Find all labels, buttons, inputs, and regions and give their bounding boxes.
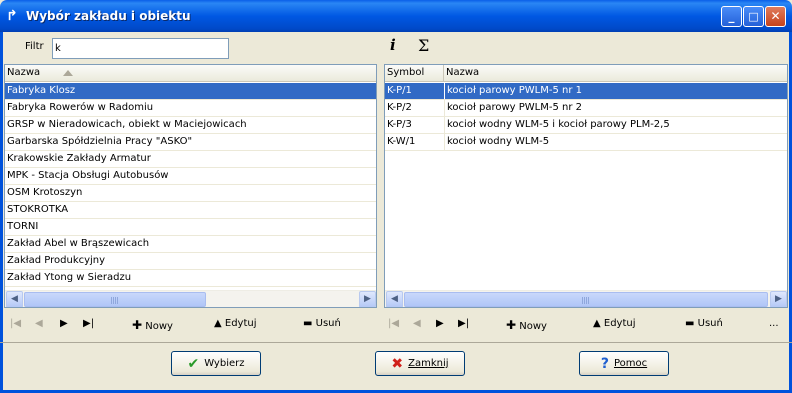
window-title: Wybór zakładu i obiektu xyxy=(26,9,191,23)
plant-name-cell: GRSP w Nieradowicach, obiekt w Maciejowi… xyxy=(7,119,247,130)
next-record-icon[interactable]: ▶ xyxy=(60,318,68,329)
column-header-symbol[interactable]: Symbol xyxy=(385,65,444,82)
plant-name-cell: Krakowskie Zakłady Armatur xyxy=(7,153,151,164)
plant-name-cell: MPK - Stacja Obsługi Autobusów xyxy=(7,170,169,181)
plus-icon: ✚ xyxy=(132,318,143,332)
column-header-nazwa[interactable]: Nazwa xyxy=(5,65,376,82)
plant-name-cell: Zakład Produkcyjny xyxy=(7,255,106,266)
table-row[interactable]: STOKROTKA xyxy=(5,202,376,219)
table-row[interactable]: TORNI xyxy=(5,219,376,236)
objects-grid-header: Symbol Nazwa xyxy=(385,65,787,82)
help-icon: ? xyxy=(600,356,609,372)
objects-navigator: |◀ ◀ ▶ ▶| ✚ Nowy ▲ Edytuj ▬ Usuń ... xyxy=(388,318,788,334)
table-row[interactable]: Zakład Abel w Brąszewicach xyxy=(5,236,376,253)
first-record-icon[interactable]: |◀ xyxy=(388,318,399,329)
table-row[interactable]: MPK - Stacja Obsługi Autobusów xyxy=(5,168,376,185)
plant-name-cell: STOKROTKA xyxy=(7,204,69,215)
plant-name-cell: Zakład Abel w Brąszewicach xyxy=(7,238,150,249)
plus-icon: ✚ xyxy=(506,318,517,332)
new-button[interactable]: ✚ Nowy xyxy=(132,318,173,332)
scroll-left-icon[interactable]: ◀ xyxy=(386,291,403,307)
table-row[interactable]: K-W/1 kocioł wodny WLM-5 xyxy=(385,134,787,151)
prev-record-icon[interactable]: ◀ xyxy=(35,318,43,329)
plant-name-cell: Garbarska Spółdzielnia Pracy "ASKO" xyxy=(7,136,193,147)
app-icon: ↱ xyxy=(6,8,18,24)
scroll-right-icon[interactable]: ▶ xyxy=(359,291,376,307)
object-name-cell: kocioł wodny WLM-5 i kocioł parowy PLM-2… xyxy=(444,117,787,133)
column-header-nazwa[interactable]: Nazwa xyxy=(444,65,787,82)
maximize-button[interactable]: □ xyxy=(743,6,764,27)
plant-name-cell: Zakład Ytong w Sieradzu xyxy=(7,272,132,283)
checkmark-icon: ✔ xyxy=(187,356,200,372)
triangle-up-icon: ▲ xyxy=(214,318,222,329)
sum-icon[interactable]: Σ xyxy=(418,36,429,55)
last-record-icon[interactable]: ▶| xyxy=(83,318,94,329)
select-button[interactable]: ✔ Wybierz xyxy=(171,351,261,376)
more-button[interactable]: ... xyxy=(769,318,779,329)
close-window-button[interactable]: ✕ xyxy=(765,6,786,27)
minus-icon: ▬ xyxy=(303,318,313,329)
table-row[interactable]: Krakowskie Zakłady Armatur xyxy=(5,151,376,168)
table-row[interactable]: Garbarska Spółdzielnia Pracy "ASKO" xyxy=(5,134,376,151)
new-button[interactable]: ✚ Nowy xyxy=(506,318,547,332)
close-icon: ✖ xyxy=(391,356,404,372)
close-button[interactable]: ✖ Zamknij xyxy=(375,351,465,376)
plant-name-cell: Fabryka Klosz xyxy=(7,85,76,96)
table-row[interactable]: Fabryka Rowerów w Radomiu xyxy=(5,100,376,117)
symbol-cell: K-P/3 xyxy=(387,119,412,130)
triangle-up-icon: ▲ xyxy=(593,318,601,329)
plants-navigator: |◀ ◀ ▶ ▶| ✚ Nowy ▲ Edytuj ▬ Usuń xyxy=(10,318,380,334)
delete-button[interactable]: ▬ Usuń xyxy=(685,318,723,329)
info-icon[interactable]: i xyxy=(390,36,396,54)
table-row[interactable]: Zakład Ytong w Sieradzu xyxy=(5,270,376,287)
table-row[interactable]: K-P/2 kocioł parowy PWLM-5 nr 2 xyxy=(385,100,787,117)
scroll-thumb[interactable] xyxy=(404,292,768,307)
table-row[interactable]: Fabryka Klosz xyxy=(5,83,376,100)
object-name-cell: kocioł parowy PWLM-5 nr 2 xyxy=(444,100,787,116)
minimize-button[interactable]: _ xyxy=(721,6,742,27)
table-row[interactable]: K-P/3 kocioł wodny WLM-5 i kocioł parowy … xyxy=(385,117,787,134)
minus-icon: ▬ xyxy=(685,318,695,329)
scroll-right-icon[interactable]: ▶ xyxy=(770,291,787,307)
table-row[interactable]: K-P/1 kocioł parowy PWLM-5 nr 1 xyxy=(385,83,787,100)
plant-name-cell: Fabryka Rowerów w Radomiu xyxy=(7,102,154,113)
plant-name-cell: TORNI xyxy=(7,221,39,232)
scroll-thumb[interactable] xyxy=(24,292,206,307)
next-record-icon[interactable]: ▶ xyxy=(436,318,444,329)
objects-hscrollbar[interactable]: ◀ ▶ xyxy=(385,290,787,307)
plant-name-cell: OSM Krotoszyn xyxy=(7,187,83,198)
symbol-cell: K-P/2 xyxy=(387,102,412,113)
edit-button[interactable]: ▲ Edytuj xyxy=(214,318,257,329)
object-name-cell: kocioł wodny WLM-5 xyxy=(444,134,787,150)
table-row[interactable]: Zakład Produkcyjny xyxy=(5,253,376,270)
filter-label: Filtr xyxy=(25,41,44,52)
objects-grid[interactable]: Symbol Nazwa K-P/1 kocioł parowy PWLM-5 n… xyxy=(384,64,788,308)
filter-input[interactable] xyxy=(52,38,229,59)
symbol-cell: K-W/1 xyxy=(387,136,416,147)
prev-record-icon[interactable]: ◀ xyxy=(413,318,421,329)
edit-button[interactable]: ▲ Edytuj xyxy=(593,318,636,329)
table-row[interactable]: OSM Krotoszyn xyxy=(5,185,376,202)
sort-ascending-icon xyxy=(63,70,73,76)
plants-hscrollbar[interactable]: ◀ ▶ xyxy=(5,290,376,307)
object-name-cell: kocioł parowy PWLM-5 nr 1 xyxy=(444,83,787,99)
delete-button[interactable]: ▬ Usuń xyxy=(303,318,341,329)
plants-grid[interactable]: Nazwa Fabryka Klosz Fabryka Rowerów w Rad… xyxy=(4,64,377,308)
symbol-cell: K-P/1 xyxy=(387,85,412,96)
separator xyxy=(0,342,792,343)
table-row[interactable]: GRSP w Nieradowicach, obiekt w Maciejowi… xyxy=(5,117,376,134)
last-record-icon[interactable]: ▶| xyxy=(458,318,469,329)
plants-grid-header: Nazwa xyxy=(5,65,376,82)
title-bar: ↱ Wybór zakładu i obiektu _ □ ✕ xyxy=(0,0,792,32)
help-button[interactable]: ? Pomoc xyxy=(579,351,669,376)
scroll-left-icon[interactable]: ◀ xyxy=(6,291,23,307)
first-record-icon[interactable]: |◀ xyxy=(10,318,21,329)
